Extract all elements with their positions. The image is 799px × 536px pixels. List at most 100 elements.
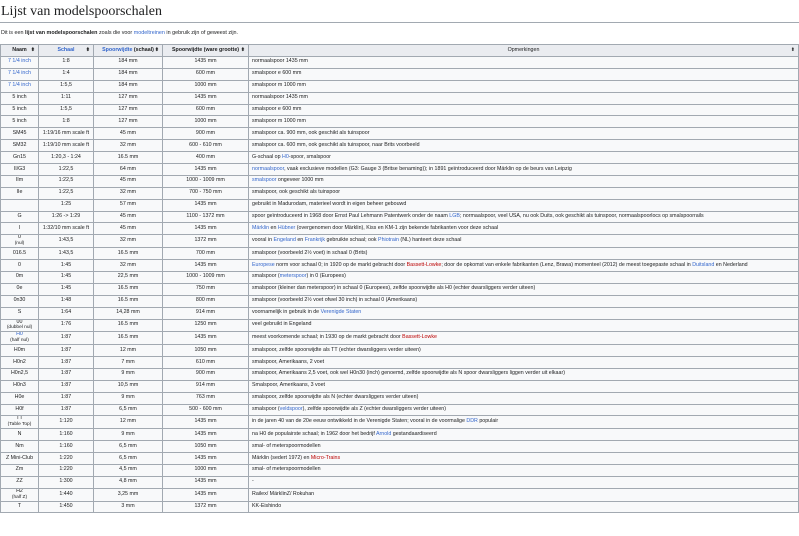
remark-link[interactable]: LGB	[449, 213, 460, 219]
intro-bold: lijst van modelspoorschalen	[24, 30, 98, 36]
header-spoorwijdte-ware-grootte[interactable]: Spoorwijdte (ware grootte) ⬍	[162, 44, 249, 57]
table-row: SM45 1:19/16 mm scale ft 45 mm 900 mm smalsp…	[0, 127, 799, 141]
cell-spoorwijdte-ware-grootte: 610 mm	[162, 356, 249, 369]
cell-naam: T	[0, 500, 39, 514]
remark-text: veel gebruikt in Engeland	[252, 321, 312, 328]
intro-paragraph: Dit is een lijst van modelspoorschalen z…	[1, 30, 799, 37]
remark-link[interactable]: smalspoor	[252, 177, 276, 183]
remark-text: smalspoor (kleiner dan meterspoor) in sc…	[252, 285, 536, 292]
naam-value[interactable]: 7 1/4 inch	[8, 58, 31, 65]
cell-naam: H0n3	[0, 379, 39, 393]
remark-text: normaalspoor 1435 mm	[252, 94, 308, 101]
remark-link[interactable]: Phiotrain	[378, 237, 399, 243]
cell-naam: 5 inch	[0, 91, 39, 105]
schaal-link[interactable]: Schaal	[57, 47, 74, 53]
remark-text: ; door de opkomst van enkele fabrikanten…	[441, 261, 693, 268]
cell-naam: Gn15	[0, 151, 39, 165]
header-opmerkingen[interactable]: Opmerkingen ⬍	[248, 44, 799, 57]
header-label: Opmerkingen	[507, 46, 540, 53]
naam-value[interactable]: 7 1/4 inch	[8, 70, 31, 76]
table-row: IIm 1:22,5 45 mm 1000 - 1009 mm smalspoor on…	[0, 174, 799, 188]
table-row: 00 (dubbel nul) 1:76 16.5 mm 1250 mm veel geb…	[0, 318, 799, 333]
intro-text: Dit is een	[1, 30, 25, 36]
sort-arrows-icon[interactable]: ⬍	[791, 47, 795, 54]
header-spoorwijdte-schaal[interactable]: Spoorwijdte (schaal) ⬍	[93, 44, 163, 57]
remark-link[interactable]: normaalspoor	[252, 166, 284, 172]
cell-schaal: 1:5,5	[38, 103, 94, 117]
cell-spoorwijdte-schaal: 45 mm	[93, 210, 163, 224]
cell-opmerkingen: smalspoor (veldspoor), zelfde spoorwijdt…	[248, 403, 799, 417]
naam-value: N	[17, 430, 22, 437]
table-row: 5 inch 1:5,5 127 mm 600 mm smalspoor e 600 m…	[0, 103, 799, 117]
remark-link[interactable]: Arnold	[376, 431, 391, 437]
remark-link[interactable]: Märklin	[252, 225, 269, 231]
header-label: Naam	[12, 46, 27, 53]
cell-spoorwijdte-ware-grootte: 600 mm	[162, 67, 249, 81]
remark-link[interactable]: Frankrijk	[305, 237, 325, 243]
remark-link[interactable]: Duitsland	[692, 262, 714, 268]
remark-link[interactable]: Hübner	[278, 225, 295, 231]
cell-naam: H0 (half nul)	[0, 331, 39, 346]
remark-link[interactable]: Europese	[252, 262, 275, 268]
remark-link[interactable]: Micro-Trains	[311, 455, 340, 461]
cell-naam: 5 inch	[0, 115, 39, 129]
cell-naam: 7 1/4 inch	[0, 56, 39, 69]
cell-spoorwijdte-schaal: 16.5 mm	[93, 331, 163, 346]
cell-spoorwijdte-schaal: 3,25 mm	[93, 487, 163, 502]
table-row: H0f 1:87 6,5 mm 500 - 600 mm smalspoor (veld…	[0, 403, 799, 417]
header-schaal[interactable]: Schaal ⬍	[38, 44, 94, 57]
spoorwijdte-link[interactable]: Spoorwijdte	[102, 47, 132, 53]
remark-text: smalspoor e 600 mm	[252, 106, 302, 113]
cell-opmerkingen: na H0 de populairste schaal; in 1962 doo…	[248, 428, 799, 442]
cell-spoorwijdte-schaal: 127 mm	[93, 115, 163, 129]
cell-spoorwijdte-ware-grootte: 1372 mm	[162, 234, 249, 249]
naam-subtitle: (dubbel nul)	[6, 325, 33, 331]
cell-spoorwijdte-schaal: 127 mm	[93, 91, 163, 105]
cell-naam: S	[0, 306, 39, 320]
sort-arrows-icon[interactable]: ⬍	[155, 47, 159, 54]
naam-value: H2	[16, 488, 23, 494]
header-label: Spoorwijdte (ware grootte)	[171, 46, 240, 53]
remark-link[interactable]: Bassett-Lowke	[407, 262, 442, 268]
naam-value[interactable]: 7 1/4 inch	[8, 82, 31, 88]
naam-value[interactable]: H0	[16, 333, 23, 338]
sort-arrows-icon[interactable]: ⬍	[86, 47, 90, 54]
cell-spoorwijdte-ware-grootte: 1000 mm	[162, 463, 249, 477]
cell-naam: IIe	[0, 186, 39, 200]
remark-text: smalspoor, ook geschikt als tuinspoor	[252, 189, 341, 196]
remark-link[interactable]: DDR	[466, 418, 477, 424]
cell-spoorwijdte-ware-grootte: 1435 mm	[162, 487, 249, 502]
cell-spoorwijdte-schaal: 12 mm	[93, 344, 163, 358]
cell-spoorwijdte-schaal: 16.5 mm	[93, 247, 163, 261]
remark-link[interactable]: Bassett-Lowke	[402, 334, 437, 340]
naam-value: 0m	[15, 273, 24, 280]
cell-schaal: 1:43,5	[38, 247, 94, 261]
cell-schaal: 1:220	[38, 463, 94, 477]
remark-link[interactable]: veldspoor	[280, 406, 303, 412]
table-row: SM32 1:19/10 mm scale ft 32 mm 600 - 610 mm…	[0, 139, 799, 153]
cell-spoorwijdte-schaal: 10,5 mm	[93, 379, 163, 393]
cell-spoorwijdte-ware-grootte: 1435 mm	[162, 259, 249, 272]
remark-link[interactable]: Verenigde Staten	[321, 309, 362, 315]
cell-opmerkingen: smalspoor e 600 mm	[248, 67, 799, 81]
table-row: 1:25 57 mm 1435 mm gebruikt in Madurodam, m…	[0, 198, 799, 212]
remark-link[interactable]: H0	[282, 154, 289, 160]
cell-spoorwijdte-schaal: 3 mm	[93, 500, 163, 514]
remark-link[interactable]: Engeland	[274, 237, 296, 243]
remark-text: Märklin (sedert 1972) en	[252, 454, 311, 461]
cell-spoorwijdte-ware-grootte: 750 mm	[162, 282, 249, 296]
remark-text: vooral in	[252, 237, 274, 244]
header-naam[interactable]: Naam ⬍	[0, 44, 39, 57]
remark-link[interactable]: meterspoor	[280, 273, 307, 279]
modeltreinen-link[interactable]: modeltreinen	[134, 30, 165, 36]
sort-arrows-icon[interactable]: ⬍	[241, 47, 245, 54]
table-row: 7 1/4 inch 1:4 184 mm 600 mm smalspoor e 600…	[0, 67, 799, 81]
cell-spoorwijdte-ware-grootte: 1050 mm	[162, 344, 249, 358]
cell-schaal: 1:22,5	[38, 163, 94, 176]
cell-opmerkingen: smalspoor m 1000 mm	[248, 115, 799, 129]
remark-text: Smalspoor, Amerikaans, 3 voet	[252, 382, 326, 389]
remark-text: -spoor, smalspoor	[288, 153, 331, 160]
sort-arrows-icon[interactable]: ⬍	[31, 47, 35, 54]
cell-opmerkingen: smalspoor, ook geschikt als tuinspoor	[248, 186, 799, 200]
cell-spoorwijdte-schaal: 32 mm	[93, 259, 163, 272]
